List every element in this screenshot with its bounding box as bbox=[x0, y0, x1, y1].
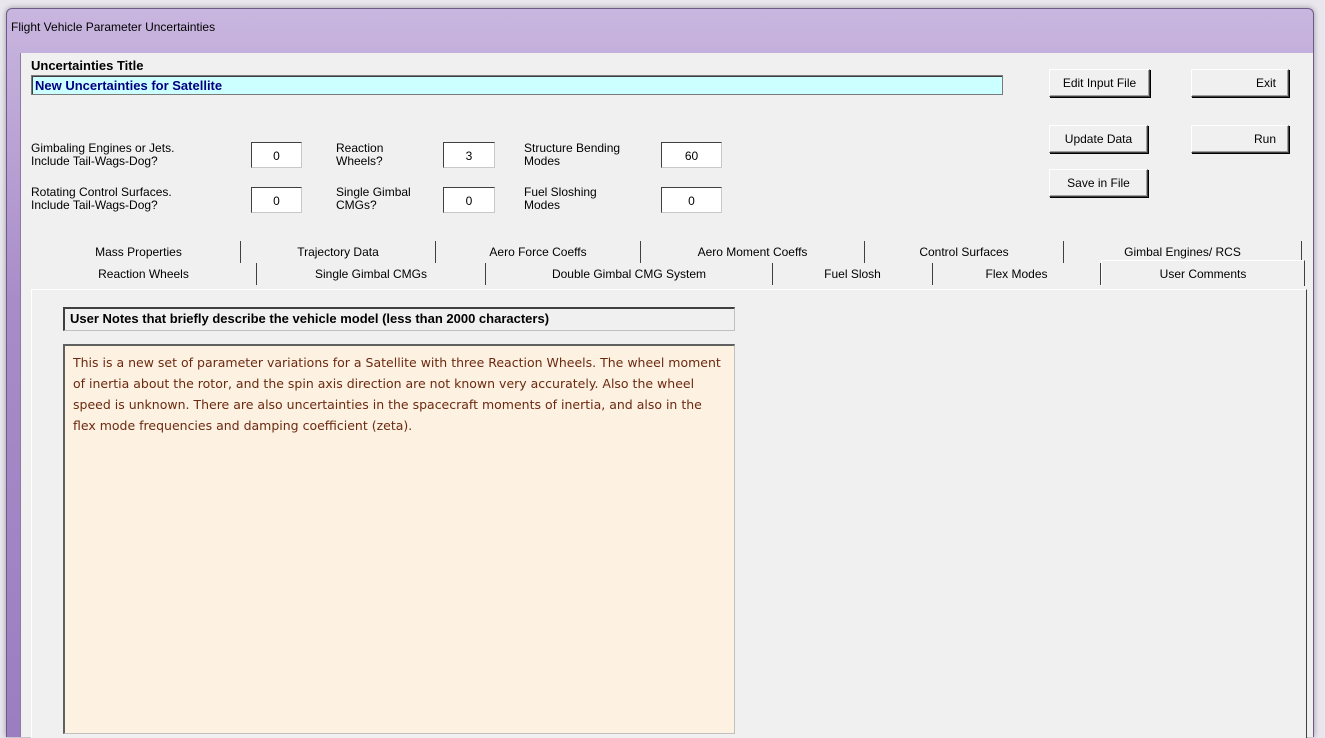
rotating-surfaces-label: Rotating Control Surfaces. Include Tail-W… bbox=[31, 185, 172, 212]
user-notes-textarea[interactable]: This is a new set of parameter variation… bbox=[63, 344, 735, 734]
single-gimbal-label: Single Gimbal CMGs? bbox=[336, 185, 411, 212]
structure-bending-field[interactable]: 60 bbox=[661, 142, 722, 168]
edit-input-file-button[interactable]: Edit Input File bbox=[1049, 69, 1150, 97]
rotating-surfaces-field[interactable]: 0 bbox=[251, 187, 302, 213]
window-title: Flight Vehicle Parameter Uncertainties bbox=[11, 20, 216, 34]
tab-trajectory-data[interactable]: Trajectory Data bbox=[241, 241, 436, 263]
tab-aero-force-coeffs[interactable]: Aero Force Coeffs bbox=[436, 241, 641, 263]
tab-flex-modes[interactable]: Flex Modes bbox=[933, 263, 1101, 285]
structure-bending-label: Structure Bending Modes bbox=[524, 141, 621, 168]
tab-fuel-slosh[interactable]: Fuel Slosh bbox=[773, 263, 933, 285]
single-gimbal-field[interactable]: 0 bbox=[443, 187, 495, 213]
reaction-wheels-field[interactable]: 3 bbox=[443, 142, 495, 168]
gimbaling-engines-field[interactable]: 0 bbox=[251, 142, 302, 168]
fuel-sloshing-field[interactable]: 0 bbox=[661, 187, 722, 213]
tab-mass-properties[interactable]: Mass Properties bbox=[37, 241, 241, 263]
tab-user-comments[interactable]: User Comments bbox=[1101, 260, 1305, 286]
gimbaling-engines-label: Gimbaling Engines or Jets. Include Tail-W… bbox=[31, 141, 175, 168]
tab-row-2: Reaction Wheels Single Gimbal CMGs Doubl… bbox=[21, 260, 1313, 286]
tab-reaction-wheels[interactable]: Reaction Wheels bbox=[31, 263, 257, 285]
tab-control-surfaces[interactable]: Control Surfaces bbox=[865, 241, 1064, 263]
tab-single-gimbal-cmgs[interactable]: Single Gimbal CMGs bbox=[257, 263, 486, 285]
update-data-button[interactable]: Update Data bbox=[1049, 125, 1148, 153]
save-in-file-button[interactable]: Save in File bbox=[1049, 169, 1148, 197]
uncertainties-title-input[interactable]: New Uncertainties for Satellite bbox=[31, 75, 1003, 95]
fuel-sloshing-label: Fuel Sloshing Modes bbox=[524, 185, 597, 212]
client-area: Uncertainties Title New Uncertainties fo… bbox=[20, 53, 1313, 738]
exit-button[interactable]: Exit bbox=[1191, 69, 1289, 97]
tab-double-gimbal-cmg-system[interactable]: Double Gimbal CMG System bbox=[486, 263, 773, 285]
reaction-wheels-label: Reaction Wheels? bbox=[336, 141, 384, 168]
notes-header: User Notes that briefly describe the veh… bbox=[63, 307, 735, 331]
app-window: Flight Vehicle Parameter Uncertainties U… bbox=[6, 8, 1314, 738]
tab-aero-moment-coeffs[interactable]: Aero Moment Coeffs bbox=[641, 241, 865, 263]
run-button[interactable]: Run bbox=[1191, 125, 1289, 153]
uncertainties-title-label: Uncertainties Title bbox=[31, 58, 144, 73]
